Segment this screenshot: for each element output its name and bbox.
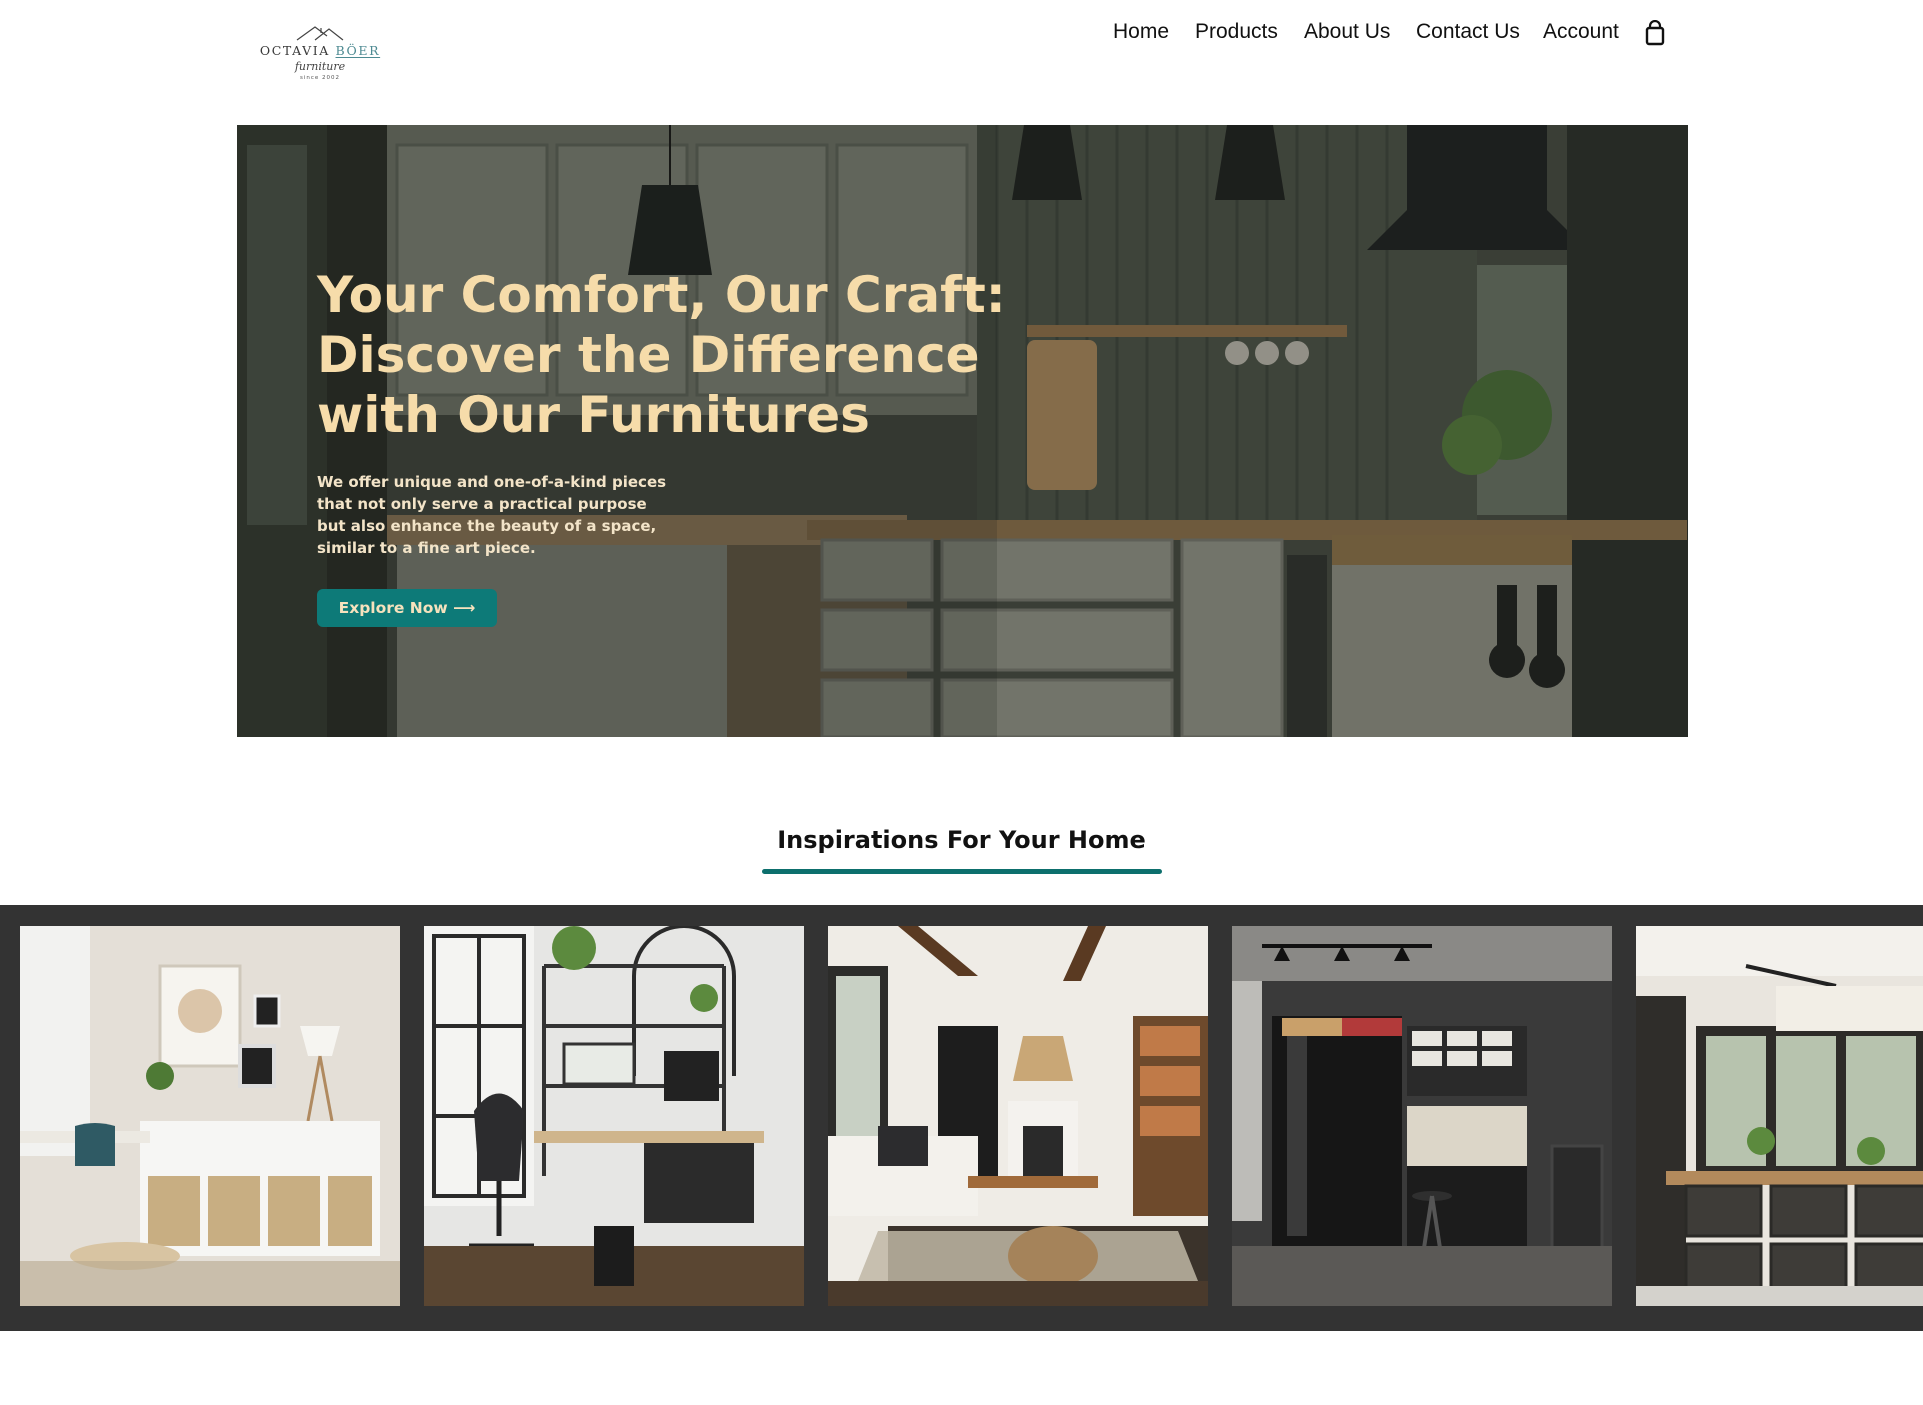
brand-name-part1: OCTAVIA bbox=[259, 43, 330, 58]
nav-about-us[interactable]: About Us bbox=[1304, 20, 1390, 44]
dark-kitchen-image bbox=[1636, 926, 1923, 1306]
brand-logo[interactable]: OCTAVIA BÖER furniture since 2002 bbox=[255, 24, 385, 96]
inspiration-gallery bbox=[0, 905, 1923, 1331]
living-room-image bbox=[828, 926, 1208, 1306]
inspiration-image-dining[interactable] bbox=[20, 926, 400, 1306]
inspiration-image-kitchen[interactable] bbox=[1636, 926, 1923, 1306]
nav-account[interactable]: Account bbox=[1543, 20, 1619, 44]
explore-now-button[interactable]: Explore Now ⟶ bbox=[317, 589, 497, 627]
hero-banner: Your Comfort, Our Craft: Discover the Di… bbox=[237, 125, 1688, 737]
inspirations-title: Inspirations For Your Home bbox=[777, 826, 1146, 854]
inspiration-image-workshop[interactable] bbox=[1232, 926, 1612, 1306]
home-office-image bbox=[424, 926, 804, 1306]
shopping-bag-icon[interactable] bbox=[1644, 20, 1666, 46]
workshop-storage-image bbox=[1232, 926, 1612, 1306]
brand-name-part2: BÖER bbox=[335, 43, 381, 58]
nav-contact-us[interactable]: Contact Us bbox=[1416, 20, 1520, 44]
dining-shelving-image bbox=[20, 926, 400, 1306]
brand-since: since 2002 bbox=[299, 75, 341, 81]
brand-name: OCTAVIA BÖER bbox=[255, 43, 385, 58]
hero-description: We offer unique and one-of-a-kind pieces… bbox=[317, 473, 667, 557]
site-header: OCTAVIA BÖER furniture since 2002 Home P… bbox=[0, 0, 1923, 120]
page: OCTAVIA BÖER furniture since 2002 Home P… bbox=[0, 0, 1923, 1405]
inspiration-image-office[interactable] bbox=[424, 926, 804, 1306]
inspiration-image-living[interactable] bbox=[828, 926, 1208, 1306]
section-underline bbox=[762, 869, 1162, 874]
brand-tagline: furniture bbox=[294, 60, 346, 73]
nav-home[interactable]: Home bbox=[1113, 20, 1169, 44]
house-roof-icon bbox=[296, 26, 344, 41]
nav-products[interactable]: Products bbox=[1195, 20, 1278, 44]
hero-title: Your Comfort, Our Craft: Discover the Di… bbox=[317, 266, 1006, 444]
